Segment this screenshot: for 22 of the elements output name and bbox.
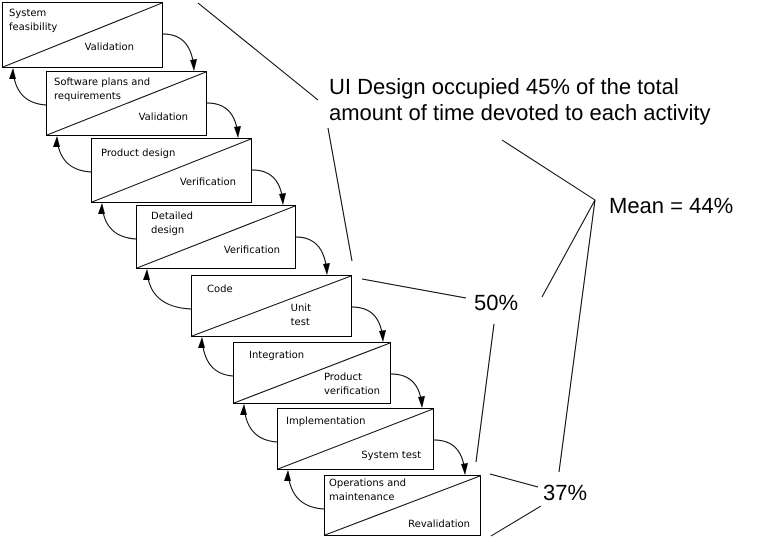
phase-name: Detailed design bbox=[151, 210, 193, 238]
check-label: Revalidation bbox=[408, 518, 470, 532]
phase-name: Operations and maintenance bbox=[329, 477, 406, 505]
phase-name: Integration bbox=[249, 349, 304, 363]
design-share-label: 50% bbox=[474, 290, 518, 316]
check-label: System test bbox=[361, 449, 421, 463]
headline-text: UI Design occupied 45% of the total amount of time devoted to each activity bbox=[329, 74, 711, 126]
check-label: Verification bbox=[180, 176, 236, 190]
phase-name: Product design bbox=[101, 147, 176, 161]
leader-line bbox=[490, 506, 542, 536]
check-label: Validation bbox=[138, 111, 188, 125]
operations-share-label: 37% bbox=[543, 480, 588, 506]
check-label: Product verification bbox=[324, 371, 380, 399]
leader-line bbox=[490, 474, 538, 488]
phase-name: System feasibility bbox=[9, 7, 58, 35]
phase-name: Implementation bbox=[286, 415, 366, 429]
phase-name: Code bbox=[207, 283, 233, 297]
check-label: Validation bbox=[84, 41, 134, 55]
phase-name: Software plans and requirements bbox=[54, 76, 150, 104]
check-label: Unit test bbox=[290, 302, 311, 330]
check-label: Verification bbox=[224, 244, 280, 258]
mean-label: Mean = 44% bbox=[609, 193, 734, 219]
